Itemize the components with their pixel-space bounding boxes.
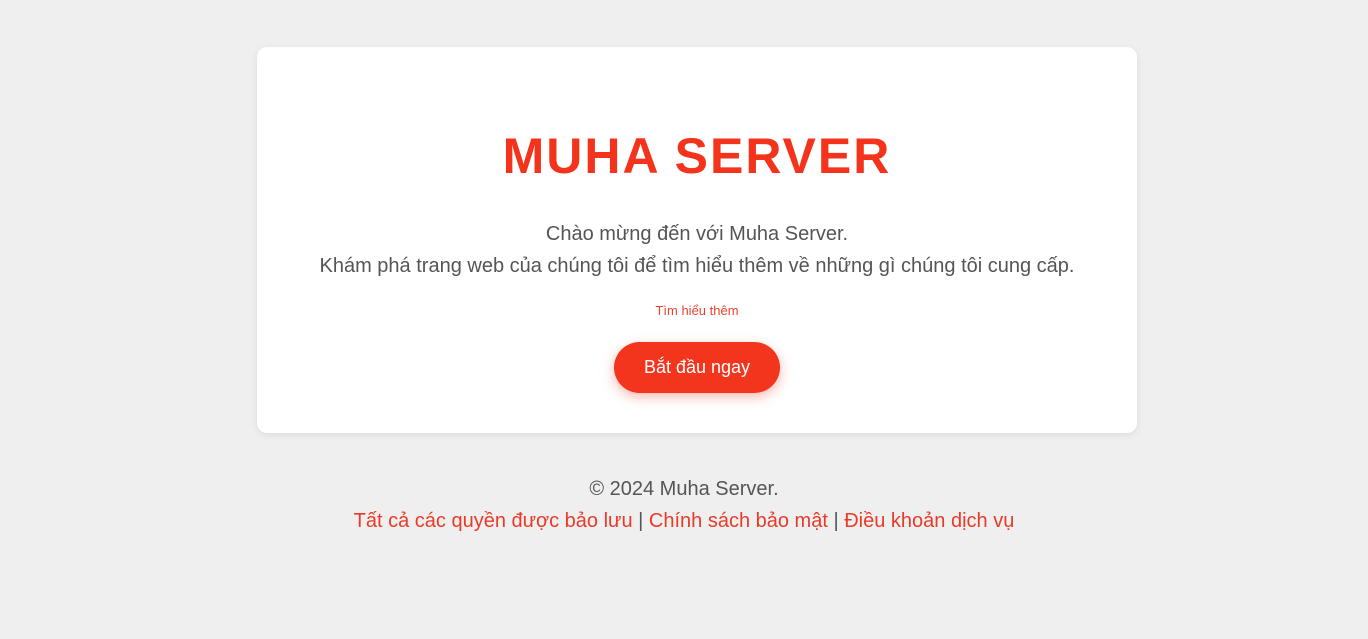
learn-more-link[interactable]: Tìm hiểu thêm [257,302,1137,320]
hero-card: MUHA SERVER Chào mừng đến với Muha Serve… [257,47,1137,433]
page-title: MUHA SERVER [502,128,892,184]
footer-link-rights[interactable]: Tất cả các quyền được bảo lưu [354,510,633,532]
footer-separator: | [638,510,644,532]
get-started-button[interactable]: Bắt đầu ngay [614,342,780,393]
footer-links: Tất cả các quyền được bảo lưu | Chính sá… [0,505,1368,537]
footer: © 2024 Muha Server. Tất cả các quyền đượ… [0,473,1368,537]
footer-separator: | [833,510,839,532]
welcome-line-1: Chào mừng đến với Muha Server. [545,223,849,245]
copyright-text: © 2024 Muha Server. [589,478,779,500]
footer-link-terms[interactable]: Điều khoản dịch vụ [844,510,1014,532]
footer-link-privacy[interactable]: Chính sách bảo mật [649,510,828,532]
welcome-text: Chào mừng đến với Muha Server. Khám phá … [257,218,1137,282]
welcome-line-2: Khám phá trang web của chúng tôi để tìm … [319,255,1075,277]
